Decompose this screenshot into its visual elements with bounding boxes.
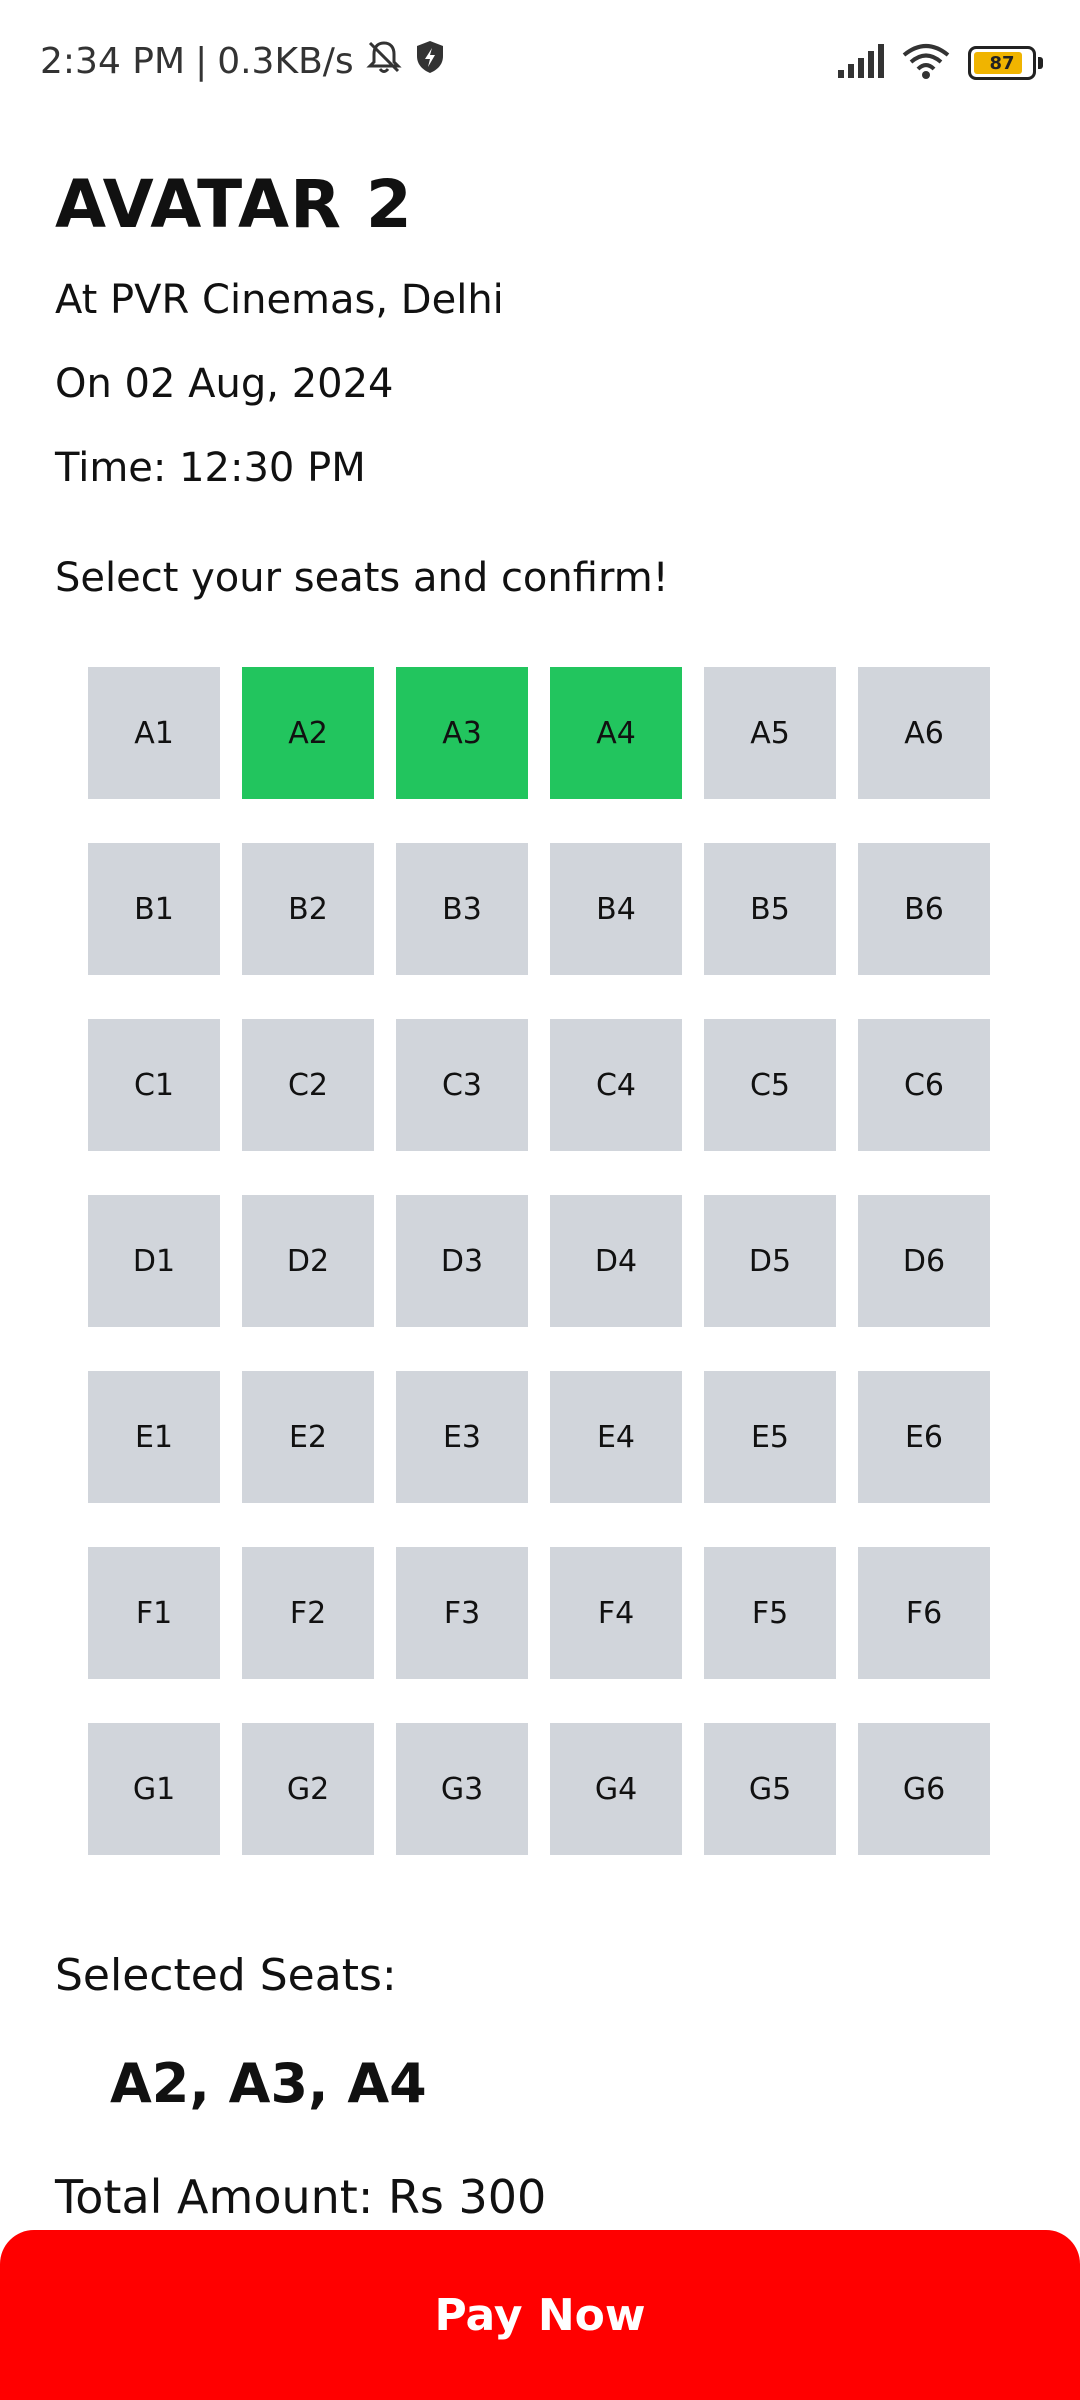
status-left: 2:34 PM | 0.3KB/s	[40, 36, 446, 86]
seat-a6[interactable]: A6	[858, 667, 990, 799]
seat-g3[interactable]: G3	[396, 1723, 528, 1855]
seat-a3[interactable]: A3	[396, 667, 528, 799]
venue-text: At PVR Cinemas, Delhi	[55, 277, 504, 323]
seat-prompt: Select your seats and confirm!	[55, 555, 669, 601]
seat-e5[interactable]: E5	[704, 1371, 836, 1503]
seat-b1[interactable]: B1	[88, 843, 220, 975]
status-right: 87	[836, 40, 1043, 86]
seat-c1[interactable]: C1	[88, 1019, 220, 1151]
seat-a5[interactable]: A5	[704, 667, 836, 799]
showtime-text: Time: 12:30 PM	[55, 445, 366, 491]
status-separator: |	[195, 40, 208, 82]
seat-d6[interactable]: D6	[858, 1195, 990, 1327]
seat-d5[interactable]: D5	[704, 1195, 836, 1327]
selected-seats-value: A2, A3, A4	[110, 2052, 427, 2115]
seat-f3[interactable]: F3	[396, 1547, 528, 1679]
seat-c3[interactable]: C3	[396, 1019, 528, 1151]
signal-icon	[836, 44, 884, 82]
selected-seats-label: Selected Seats:	[55, 1950, 397, 2001]
seat-f5[interactable]: F5	[704, 1547, 836, 1679]
seat-g2[interactable]: G2	[242, 1723, 374, 1855]
seat-g4[interactable]: G4	[550, 1723, 682, 1855]
seat-b5[interactable]: B5	[704, 843, 836, 975]
seat-grid: A1 A2 A3 A4 A5 A6 B1 B2 B3 B4 B5 B6 C1 C2 C3 C4 C5 C6 D1 D2…	[88, 667, 990, 1855]
seat-f4[interactable]: F4	[550, 1547, 682, 1679]
seat-a1[interactable]: A1	[88, 667, 220, 799]
seat-g6[interactable]: G6	[858, 1723, 990, 1855]
movie-title: AVATAR 2	[55, 166, 413, 243]
seat-e3[interactable]: E3	[396, 1371, 528, 1503]
seat-d1[interactable]: D1	[88, 1195, 220, 1327]
status-bar: 2:34 PM | 0.3KB/s 87	[0, 0, 1080, 120]
seat-d4[interactable]: D4	[550, 1195, 682, 1327]
mute-notifications-icon	[364, 37, 404, 86]
battery-tip	[1038, 57, 1043, 69]
seat-d2[interactable]: D2	[242, 1195, 374, 1327]
seat-c5[interactable]: C5	[704, 1019, 836, 1151]
seat-e4[interactable]: E4	[550, 1371, 682, 1503]
vpn-shield-icon	[414, 39, 446, 84]
seat-f6[interactable]: F6	[858, 1547, 990, 1679]
seat-e6[interactable]: E6	[858, 1371, 990, 1503]
battery-level: 87	[989, 52, 1015, 74]
seat-a4[interactable]: A4	[550, 667, 682, 799]
seat-c2[interactable]: C2	[242, 1019, 374, 1151]
seat-f2[interactable]: F2	[242, 1547, 374, 1679]
status-network-speed: 0.3KB/s	[217, 40, 354, 82]
battery-icon: 87	[968, 46, 1043, 80]
seat-g1[interactable]: G1	[88, 1723, 220, 1855]
seat-b2[interactable]: B2	[242, 843, 374, 975]
seat-e2[interactable]: E2	[242, 1371, 374, 1503]
total-amount: Total Amount: Rs 300	[55, 2170, 547, 2224]
seat-b4[interactable]: B4	[550, 843, 682, 975]
seat-d3[interactable]: D3	[396, 1195, 528, 1327]
date-text: On 02 Aug, 2024	[55, 361, 394, 407]
movie-header: AVATAR 2 At PVR Cinemas, Delhi On 02 Aug…	[55, 160, 504, 490]
seat-a2[interactable]: A2	[242, 667, 374, 799]
seat-b6[interactable]: B6	[858, 843, 990, 975]
pay-now-button[interactable]: Pay Now	[0, 2230, 1080, 2400]
status-time: 2:34 PM	[40, 40, 186, 82]
seat-g5[interactable]: G5	[704, 1723, 836, 1855]
seat-c4[interactable]: C4	[550, 1019, 682, 1151]
wifi-icon	[902, 43, 950, 83]
seat-b3[interactable]: B3	[396, 843, 528, 975]
seat-e1[interactable]: E1	[88, 1371, 220, 1503]
seat-f1[interactable]: F1	[88, 1547, 220, 1679]
seat-c6[interactable]: C6	[858, 1019, 990, 1151]
